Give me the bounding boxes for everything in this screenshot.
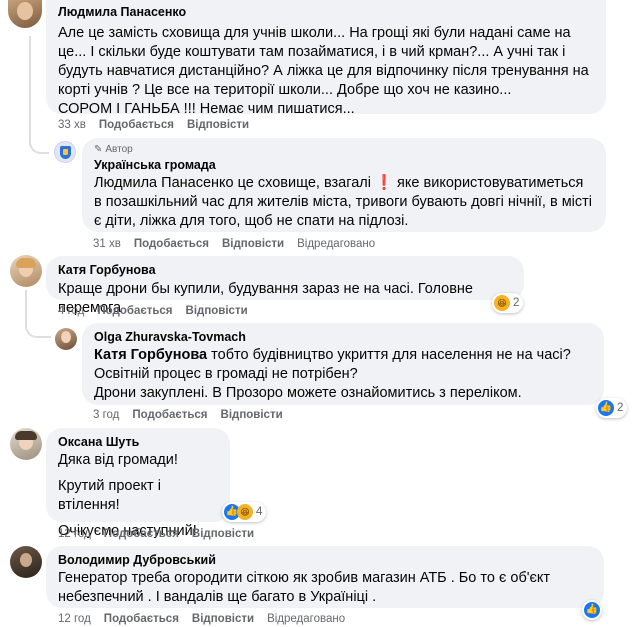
reply-button[interactable]: Відповісти (192, 613, 254, 625)
comment-actions: 12 год Подобається Відповісти Відредаговано (58, 613, 358, 625)
coat-of-arms-mark (63, 149, 68, 155)
like-button[interactable]: Подобається (104, 613, 179, 625)
thread-connector (29, 130, 49, 154)
avatar[interactable] (10, 546, 42, 578)
reply-button[interactable]: Відповісти (192, 528, 254, 540)
comment-time[interactable]: 12 год (58, 528, 91, 540)
comment-actions: 12 год Подобається Відповісти (58, 528, 267, 540)
comment-actions: 4 год Подобається Відповісти (58, 305, 261, 317)
comment-time[interactable]: 3 год (93, 409, 119, 421)
avatar-face (61, 331, 71, 343)
like-reaction-icon: 👍 (584, 602, 600, 618)
avatar-hair (16, 258, 36, 268)
reaction-summary[interactable]: 👍 (582, 600, 602, 620)
comment-author[interactable]: Катя Горбунова (58, 262, 512, 278)
comment-text: Катя Горбунова тобто будівництво укриття… (94, 347, 571, 382)
reply-button[interactable]: Відповісти (186, 305, 248, 317)
like-reaction-icon: 👍 (598, 400, 614, 416)
haha-reaction-icon: 😆 (494, 295, 510, 311)
comment-author[interactable]: Оксана Шуть (58, 434, 218, 450)
comment-time[interactable]: 33 хв (58, 119, 86, 131)
reaction-summary[interactable]: 👍 😆 4 (222, 502, 267, 522)
comment-bubble: Оксана Шуть Дяка від громади! Крутий про… (46, 428, 230, 539)
avatar-hair (15, 431, 37, 440)
comment-text: Людмила Панасенко це сховище, взагалі ❗ … (94, 175, 593, 229)
comment-author[interactable]: Володимир Дубровський (58, 552, 592, 568)
avatar[interactable] (10, 255, 42, 287)
avatar[interactable] (54, 141, 76, 163)
reaction-count: 4 (256, 506, 263, 518)
reply-button[interactable]: Відповісти (187, 119, 249, 131)
reply-button[interactable]: Відповісти (222, 238, 284, 250)
comment-text: Але це замість сховища для учнів школи..… (58, 25, 589, 117)
comment-actions: 31 хв Подобається Відповісти Відредаговано (93, 238, 388, 250)
comment-author[interactable]: Українська громада (94, 157, 594, 173)
pencil-icon: ✎ (94, 144, 103, 155)
mention-link[interactable]: Людмила Панасенко (94, 175, 234, 191)
avatar-face (20, 553, 32, 567)
comment-bubble: Olga Zhuravska-Tovmach Катя Горбунова то… (82, 323, 604, 405)
comment-bubble: Людмила Панасенко Але це замість сховища… (46, 0, 606, 117)
avatar[interactable] (8, 0, 42, 28)
comment-author[interactable]: Людмила Панасенко (58, 4, 594, 20)
reaction-summary[interactable]: 😆 2 (492, 293, 524, 313)
comment-time[interactable]: 4 год (58, 305, 84, 317)
comment-bubble: Володимир Дубровський Генератор треба ог… (46, 546, 604, 608)
reply-button[interactable]: Відповісти (221, 409, 283, 421)
comment-text: Генератор треба огородити сіткою як зроб… (58, 570, 551, 605)
author-badge: ✎ Автор (94, 144, 133, 155)
comment-bubble: Катя Горбунова Краще дрони бы купили, бу… (46, 256, 524, 316)
avatar-face (17, 2, 33, 20)
like-button[interactable]: Подобається (132, 409, 207, 421)
comment-bubble: ✎ Автор Українська громада Людмила Панасе… (82, 138, 606, 232)
reaction-count: 2 (513, 297, 520, 309)
comment-actions: 3 год Подобається Відповісти (93, 409, 296, 421)
thread-connector (25, 314, 51, 338)
like-button[interactable]: Подобається (104, 528, 179, 540)
comment-paragraph: Крутий проект і втілення! (58, 478, 161, 513)
reaction-count: 2 (617, 402, 624, 414)
avatar[interactable] (55, 328, 77, 350)
mention-link[interactable]: Катя Горбунова (94, 347, 207, 363)
exclamation-icon: ❗ (374, 175, 394, 191)
like-button[interactable]: Подобається (97, 305, 172, 317)
edited-label: Відредаговано (297, 238, 376, 250)
comment-time[interactable]: 12 год (58, 613, 91, 625)
like-button[interactable]: Подобається (99, 119, 174, 131)
comment-paragraph: Дяка від громади! (58, 452, 178, 468)
avatar[interactable] (10, 428, 42, 460)
comment-text-second-line: Дрони закуплені. В Прозоро можете ознайо… (94, 385, 522, 401)
reaction-summary[interactable]: 👍 2 (596, 398, 628, 418)
comment-actions: 33 хв Подобається Відповісти (58, 119, 262, 131)
edited-label: Відредаговано (267, 613, 346, 625)
haha-reaction-icon: 😆 (237, 504, 253, 520)
comment-author[interactable]: Olga Zhuravska-Tovmach (94, 329, 592, 345)
like-button[interactable]: Подобається (134, 238, 209, 250)
comment-time[interactable]: 31 хв (93, 238, 121, 250)
